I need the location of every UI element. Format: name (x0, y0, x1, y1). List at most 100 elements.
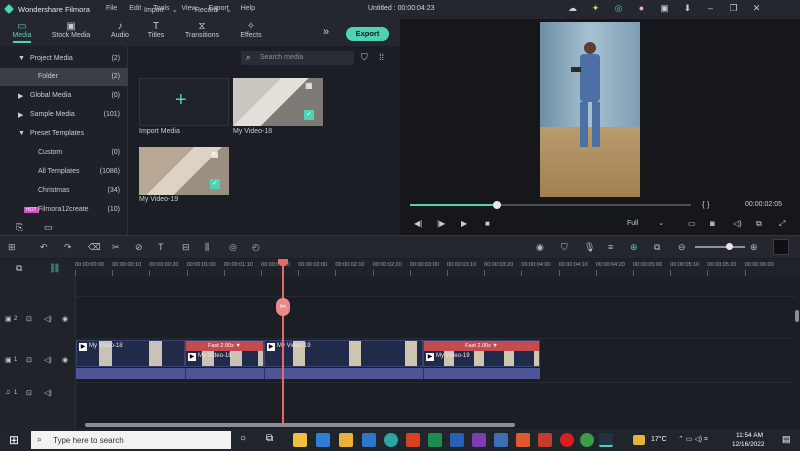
add-track-icon[interactable]: ⧉ (16, 263, 22, 274)
new-folder-icon[interactable]: ⎘ (16, 222, 23, 233)
lock-icon[interactable]: ⊡ (26, 389, 32, 397)
audio-mixer-icon[interactable]: ⫼ (205, 242, 209, 253)
preview-progress-track[interactable] (410, 201, 691, 209)
save-icon[interactable]: ▣ (658, 3, 671, 14)
no-crop-icon[interactable]: ⊘ (135, 242, 143, 253)
snapshot-icon[interactable]: ◙ (710, 219, 715, 228)
mail-icon[interactable] (316, 433, 330, 447)
grid-view-icon[interactable]: ⁞⁞ (379, 52, 384, 62)
cortana-icon[interactable]: ○ (240, 433, 246, 444)
mute-icon[interactable]: ◁) (44, 315, 52, 323)
more-tabs-icon[interactable]: » (323, 26, 329, 38)
scissors-icon[interactable]: ✂ (276, 298, 290, 316)
mute-icon[interactable]: ◁) (44, 356, 52, 364)
sidebar-item-custom[interactable]: Custom (0) (0, 144, 128, 162)
mute-icon[interactable]: ◁) (44, 389, 52, 397)
sidebar-item-global-media[interactable]: ▶ Global Media (0) (0, 87, 128, 105)
layout-icon[interactable]: ⊞ (8, 242, 16, 253)
store-icon[interactable] (362, 433, 376, 447)
prev-frame-icon[interactable]: ◀| (414, 219, 422, 228)
folder-icon[interactable]: ▭ (44, 222, 53, 233)
play-icon[interactable]: ▶ (461, 219, 467, 228)
sidebar-item-project-media[interactable]: ▼ Project Media (2) (0, 50, 128, 68)
task-view-icon[interactable]: ⧉ (266, 433, 273, 444)
sidebar-item-all-templates[interactable]: All Templates (1086) (0, 163, 128, 181)
opera-icon[interactable] (560, 433, 574, 447)
avatar[interactable]: ● (635, 3, 648, 13)
zoom-out-icon[interactable]: ⊖ (678, 242, 686, 253)
record-dropdown[interactable]: Record ⌄ (195, 6, 239, 19)
vertical-scrollbar[interactable] (795, 310, 799, 322)
lock-icon[interactable]: ⊡ (26, 315, 32, 323)
voiceover-icon[interactable]: ≡ (608, 242, 613, 252)
undo-icon[interactable]: ↶ (40, 242, 48, 253)
speed-label[interactable]: Fast 2.00x ▼ (186, 341, 263, 351)
powerpoint-icon[interactable] (516, 433, 530, 447)
marker-icon[interactable]: ⛉ (561, 242, 568, 253)
headset-icon[interactable]: ◎ (612, 3, 625, 14)
fullscreen-icon[interactable]: ⤢ (779, 219, 785, 229)
speed-icon[interactable]: ◴ (252, 242, 260, 253)
zoom-slider-handle[interactable] (726, 243, 733, 250)
tab-media[interactable]: ▭ Media (9, 21, 35, 43)
timeline-scrollbar[interactable] (85, 423, 515, 427)
zoom-in-icon[interactable]: ⊕ (750, 242, 758, 253)
minimize-icon[interactable]: – (704, 3, 717, 13)
redo-icon[interactable]: ↷ (64, 242, 72, 253)
app-icon-2[interactable] (494, 433, 508, 447)
snap-icon[interactable]: ⊕ (630, 242, 638, 253)
media-thumbnail-video-19[interactable]: ▦ ✓ (139, 147, 229, 195)
render-icon[interactable]: ⧉ (756, 219, 762, 229)
onenote-icon[interactable] (472, 433, 486, 447)
filter-icon[interactable]: ⛉ (361, 52, 368, 63)
windows-start-icon[interactable]: ⊞ (9, 433, 19, 447)
sidebar-item-sample-media[interactable]: ▶ Sample Media (101) (0, 106, 128, 124)
sidebar-item-christmas[interactable]: Christmas (34) (0, 182, 128, 200)
playhead[interactable]: ✂ (276, 259, 290, 425)
display-icon[interactable]: ▭ (688, 219, 696, 228)
tab-titles[interactable]: T Titles (143, 21, 169, 39)
adjust-icon[interactable]: ⊟ (182, 242, 190, 253)
cut-icon[interactable]: ✂ (112, 242, 120, 253)
search-input[interactable]: ⌕ Search media (241, 51, 354, 65)
tab-effects[interactable]: ✧ Effects (235, 21, 267, 39)
timeline-ruler[interactable]: 00:00:00:00 00:00:00:10 00:00:00:20 00:00:0… (75, 259, 800, 276)
sidebar-item-preset-templates[interactable]: ▼ Preset Templates (0, 125, 128, 143)
render-preview-icon[interactable]: ◉ (536, 242, 544, 253)
taskbar-search-input[interactable]: ⌕ Type here to search (31, 431, 231, 449)
volume-icon[interactable]: ◁) (733, 219, 742, 228)
export-button[interactable]: Export (346, 27, 389, 41)
tab-transitions[interactable]: ⧖ Transitions (181, 21, 223, 39)
tab-stock-media[interactable]: ▣ Stock Media (48, 21, 94, 39)
quality-dropdown[interactable]: Full ⌄ (627, 219, 673, 227)
menu-edit[interactable]: Edit (129, 5, 141, 12)
link-icon[interactable]: ⛓ (49, 263, 60, 274)
import-dropdown[interactable]: Import ⌄ (144, 6, 184, 19)
clip-video-19-a[interactable]: ▶ My Video-19 (264, 340, 423, 367)
chrome-icon[interactable] (580, 433, 594, 447)
color-icon[interactable]: ◎ (229, 242, 237, 253)
eye-icon[interactable]: ◉ (62, 356, 68, 364)
filmora-taskbar-icon[interactable] (599, 433, 613, 447)
menu-file[interactable]: File (106, 5, 117, 12)
sidebar-item-folder[interactable]: Folder (2) (0, 68, 128, 86)
menu-help[interactable]: Help (241, 5, 255, 12)
cloud-icon[interactable]: ☁ (566, 3, 579, 14)
clip-audio-strip[interactable] (76, 368, 540, 379)
download-icon[interactable]: ⬇ (681, 3, 694, 14)
tray-icons[interactable]: ⌃ ▭ ◁) ⌗ (678, 435, 708, 444)
panel-toggle[interactable] (773, 239, 789, 255)
speed-label[interactable]: Fast 2.00x ▼ (424, 341, 539, 351)
sidebar-item-filmora12create[interactable]: HOT Filmora12create (10) (0, 201, 128, 219)
app-icon-3[interactable] (538, 433, 552, 447)
text-tool-icon[interactable]: T (158, 242, 164, 252)
pip-icon[interactable]: ⧉ (654, 242, 660, 253)
media-thumbnail-video-18[interactable]: ▦ ✓ (233, 78, 323, 126)
mark-braces[interactable]: { } (702, 200, 710, 209)
microphone-icon[interactable]: 🎙 (584, 242, 595, 253)
file-explorer-icon[interactable] (339, 433, 353, 447)
zoom-slider[interactable] (695, 243, 745, 250)
lock-icon[interactable]: ⊡ (26, 356, 32, 364)
excel-icon[interactable] (428, 433, 442, 447)
word-icon[interactable] (450, 433, 464, 447)
